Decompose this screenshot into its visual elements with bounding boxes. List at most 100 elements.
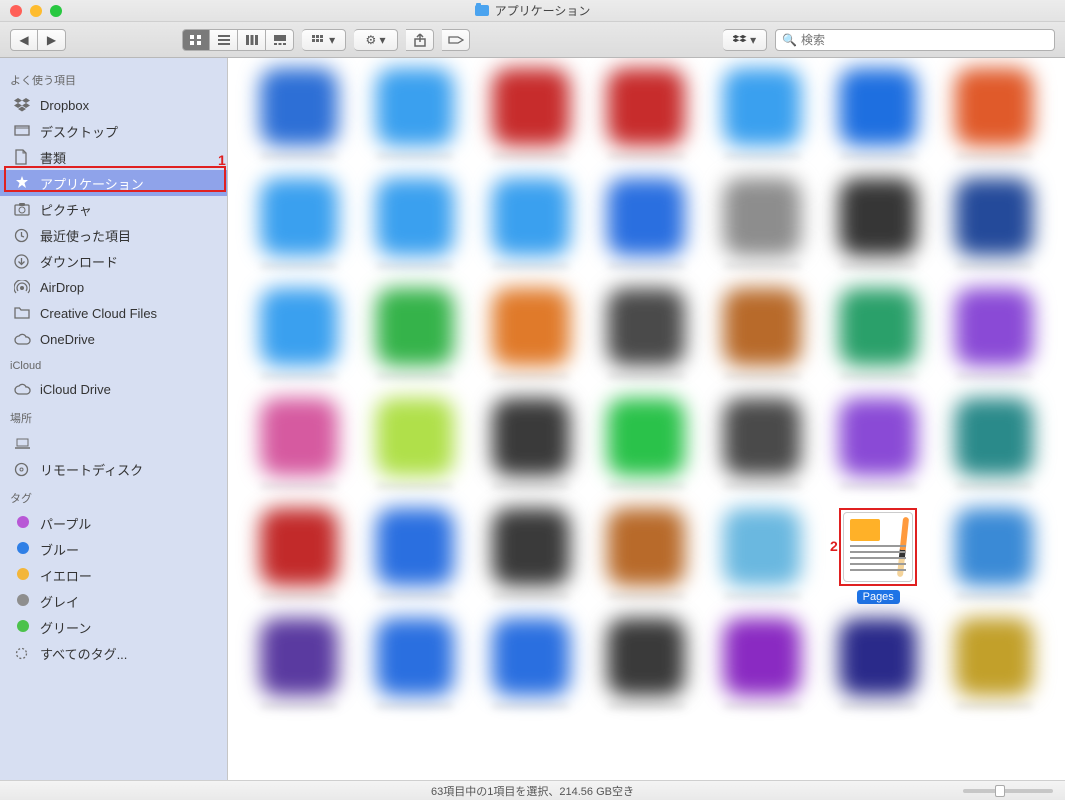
sidebar-item-label: ブルー bbox=[40, 540, 79, 559]
sidebar-item-Dropbox[interactable]: Dropbox bbox=[0, 92, 227, 118]
zoom-window[interactable] bbox=[50, 5, 62, 17]
icon-view-button[interactable] bbox=[182, 29, 210, 51]
app-item[interactable]: ——————— bbox=[362, 288, 468, 384]
app-label: ——————— bbox=[492, 370, 569, 384]
dropbox-toolbar-button[interactable]: ▾ bbox=[723, 29, 767, 51]
sidebar-item-最近使った項目[interactable]: 最近使った項目 bbox=[0, 222, 227, 248]
group-by-button[interactable]: ▾ bbox=[302, 29, 346, 51]
app-item[interactable]: ——————— bbox=[709, 288, 815, 384]
app-item[interactable]: ——————— bbox=[941, 68, 1047, 164]
sidebar-item-パープル[interactable]: パープル bbox=[0, 510, 227, 536]
app-item[interactable]: ——————— bbox=[246, 398, 352, 494]
app-label: ——————— bbox=[724, 150, 801, 164]
app-item[interactable]: ——————— bbox=[478, 398, 584, 494]
app-label: ——————— bbox=[724, 370, 801, 384]
app-item[interactable]: ——————— bbox=[594, 288, 700, 384]
app-item[interactable]: ——————— bbox=[709, 398, 815, 494]
sidebar-item-デスクトップ[interactable]: デスクトップ bbox=[0, 118, 227, 144]
sidebar-item-label: Creative Cloud Files bbox=[40, 306, 157, 321]
app-icon bbox=[260, 68, 338, 146]
app-label: ——————— bbox=[376, 150, 453, 164]
app-item[interactable]: ——————— bbox=[478, 288, 584, 384]
icon-grid: ————————————————————————————————————————… bbox=[228, 58, 1065, 724]
airdrop-icon bbox=[14, 280, 32, 295]
app-item[interactable]: ——————— bbox=[478, 68, 584, 164]
app-item[interactable]: ——————— bbox=[709, 178, 815, 274]
sidebar-item-リモートディスク[interactable]: リモートディスク bbox=[0, 456, 227, 482]
list-view-button[interactable] bbox=[210, 29, 238, 51]
app-item[interactable]: ——————— bbox=[594, 68, 700, 164]
app-item[interactable]: ——————— bbox=[246, 68, 352, 164]
app-item[interactable]: ——————— bbox=[709, 68, 815, 164]
sidebar-item-AirDrop[interactable]: AirDrop bbox=[0, 274, 227, 300]
app-item[interactable]: ——————— bbox=[709, 618, 815, 714]
forward-button[interactable]: ▶ bbox=[38, 29, 66, 51]
app-item[interactable]: ——————— bbox=[825, 398, 931, 494]
search-input[interactable] bbox=[801, 33, 1048, 47]
locations-header: 場所 bbox=[0, 402, 227, 430]
app-item[interactable]: ——————— bbox=[825, 68, 931, 164]
app-icon bbox=[376, 68, 454, 146]
app-item[interactable]: ——————— bbox=[941, 288, 1047, 384]
app-item[interactable]: ——————— bbox=[594, 398, 700, 494]
cloud-icon bbox=[14, 333, 32, 345]
sidebar-item-iCloud Drive[interactable]: iCloud Drive bbox=[0, 376, 227, 402]
app-item[interactable]: ——————— bbox=[709, 508, 815, 604]
tags-button[interactable] bbox=[442, 29, 470, 51]
search-field[interactable]: 🔍 bbox=[775, 29, 1055, 51]
sidebar-item-label: ダウンロード bbox=[40, 252, 118, 271]
app-item[interactable]: ——————— bbox=[362, 68, 468, 164]
app-icon bbox=[376, 508, 454, 586]
action-button[interactable]: ⚙ ▾ bbox=[354, 29, 398, 51]
app-item-pages[interactable]: Pages bbox=[825, 508, 931, 604]
app-item[interactable]: ——————— bbox=[246, 618, 352, 714]
app-icon bbox=[492, 618, 570, 696]
sidebar-item-loc[interactable] bbox=[0, 430, 227, 456]
sidebar-item-イエロー[interactable]: イエロー bbox=[0, 562, 227, 588]
finder-window: アプリケーション ◀ ▶ ▾ ⚙ ▾ bbox=[0, 0, 1065, 800]
minimize-window[interactable] bbox=[30, 5, 42, 17]
sidebar-item-書類[interactable]: 書類 bbox=[0, 144, 227, 170]
app-item[interactable]: ——————— bbox=[594, 618, 700, 714]
app-item[interactable]: ——————— bbox=[362, 618, 468, 714]
app-item[interactable]: ——————— bbox=[478, 618, 584, 714]
app-item[interactable]: ——————— bbox=[478, 178, 584, 274]
app-item[interactable]: ——————— bbox=[362, 178, 468, 274]
app-item[interactable]: ——————— bbox=[941, 178, 1047, 274]
sidebar-item-ブルー[interactable]: ブルー bbox=[0, 536, 227, 562]
sidebar-item-すべてのタグ...[interactable]: すべてのタグ... bbox=[0, 640, 227, 666]
app-item[interactable]: ——————— bbox=[825, 618, 931, 714]
folder-icon bbox=[14, 307, 32, 319]
app-item[interactable]: ——————— bbox=[362, 398, 468, 494]
app-icon bbox=[955, 68, 1033, 146]
sidebar-item-OneDrive[interactable]: OneDrive bbox=[0, 326, 227, 352]
sidebar-item-グレイ[interactable]: グレイ bbox=[0, 588, 227, 614]
app-icon bbox=[955, 618, 1033, 696]
sidebar-item-アプリケーション[interactable]: アプリケーション bbox=[0, 170, 227, 196]
app-item[interactable]: ——————— bbox=[246, 288, 352, 384]
app-item[interactable]: ——————— bbox=[941, 398, 1047, 494]
sidebar-item-グリーン[interactable]: グリーン bbox=[0, 614, 227, 640]
back-button[interactable]: ◀ bbox=[10, 29, 38, 51]
app-item[interactable]: ——————— bbox=[825, 288, 931, 384]
app-item[interactable]: ——————— bbox=[594, 508, 700, 604]
sidebar-item-Creative Cloud Files[interactable]: Creative Cloud Files bbox=[0, 300, 227, 326]
app-item[interactable]: ——————— bbox=[478, 508, 584, 604]
app-item[interactable]: ——————— bbox=[825, 178, 931, 274]
sidebar-item-ダウンロード[interactable]: ダウンロード bbox=[0, 248, 227, 274]
app-label: ——————— bbox=[608, 590, 685, 604]
close-window[interactable] bbox=[10, 5, 22, 17]
app-item[interactable]: ——————— bbox=[362, 508, 468, 604]
gallery-view-button[interactable] bbox=[266, 29, 294, 51]
sidebar-item-ピクチャ[interactable]: ピクチャ bbox=[0, 196, 227, 222]
favorites-header: よく使う項目 bbox=[0, 64, 227, 92]
app-label: ——————— bbox=[840, 370, 917, 384]
app-item[interactable]: ——————— bbox=[941, 508, 1047, 604]
column-view-button[interactable] bbox=[238, 29, 266, 51]
icon-size-slider[interactable] bbox=[963, 789, 1053, 793]
share-button[interactable] bbox=[406, 29, 434, 51]
app-item[interactable]: ——————— bbox=[246, 508, 352, 604]
app-item[interactable]: ——————— bbox=[941, 618, 1047, 714]
app-item[interactable]: ——————— bbox=[246, 178, 352, 274]
app-item[interactable]: ——————— bbox=[594, 178, 700, 274]
